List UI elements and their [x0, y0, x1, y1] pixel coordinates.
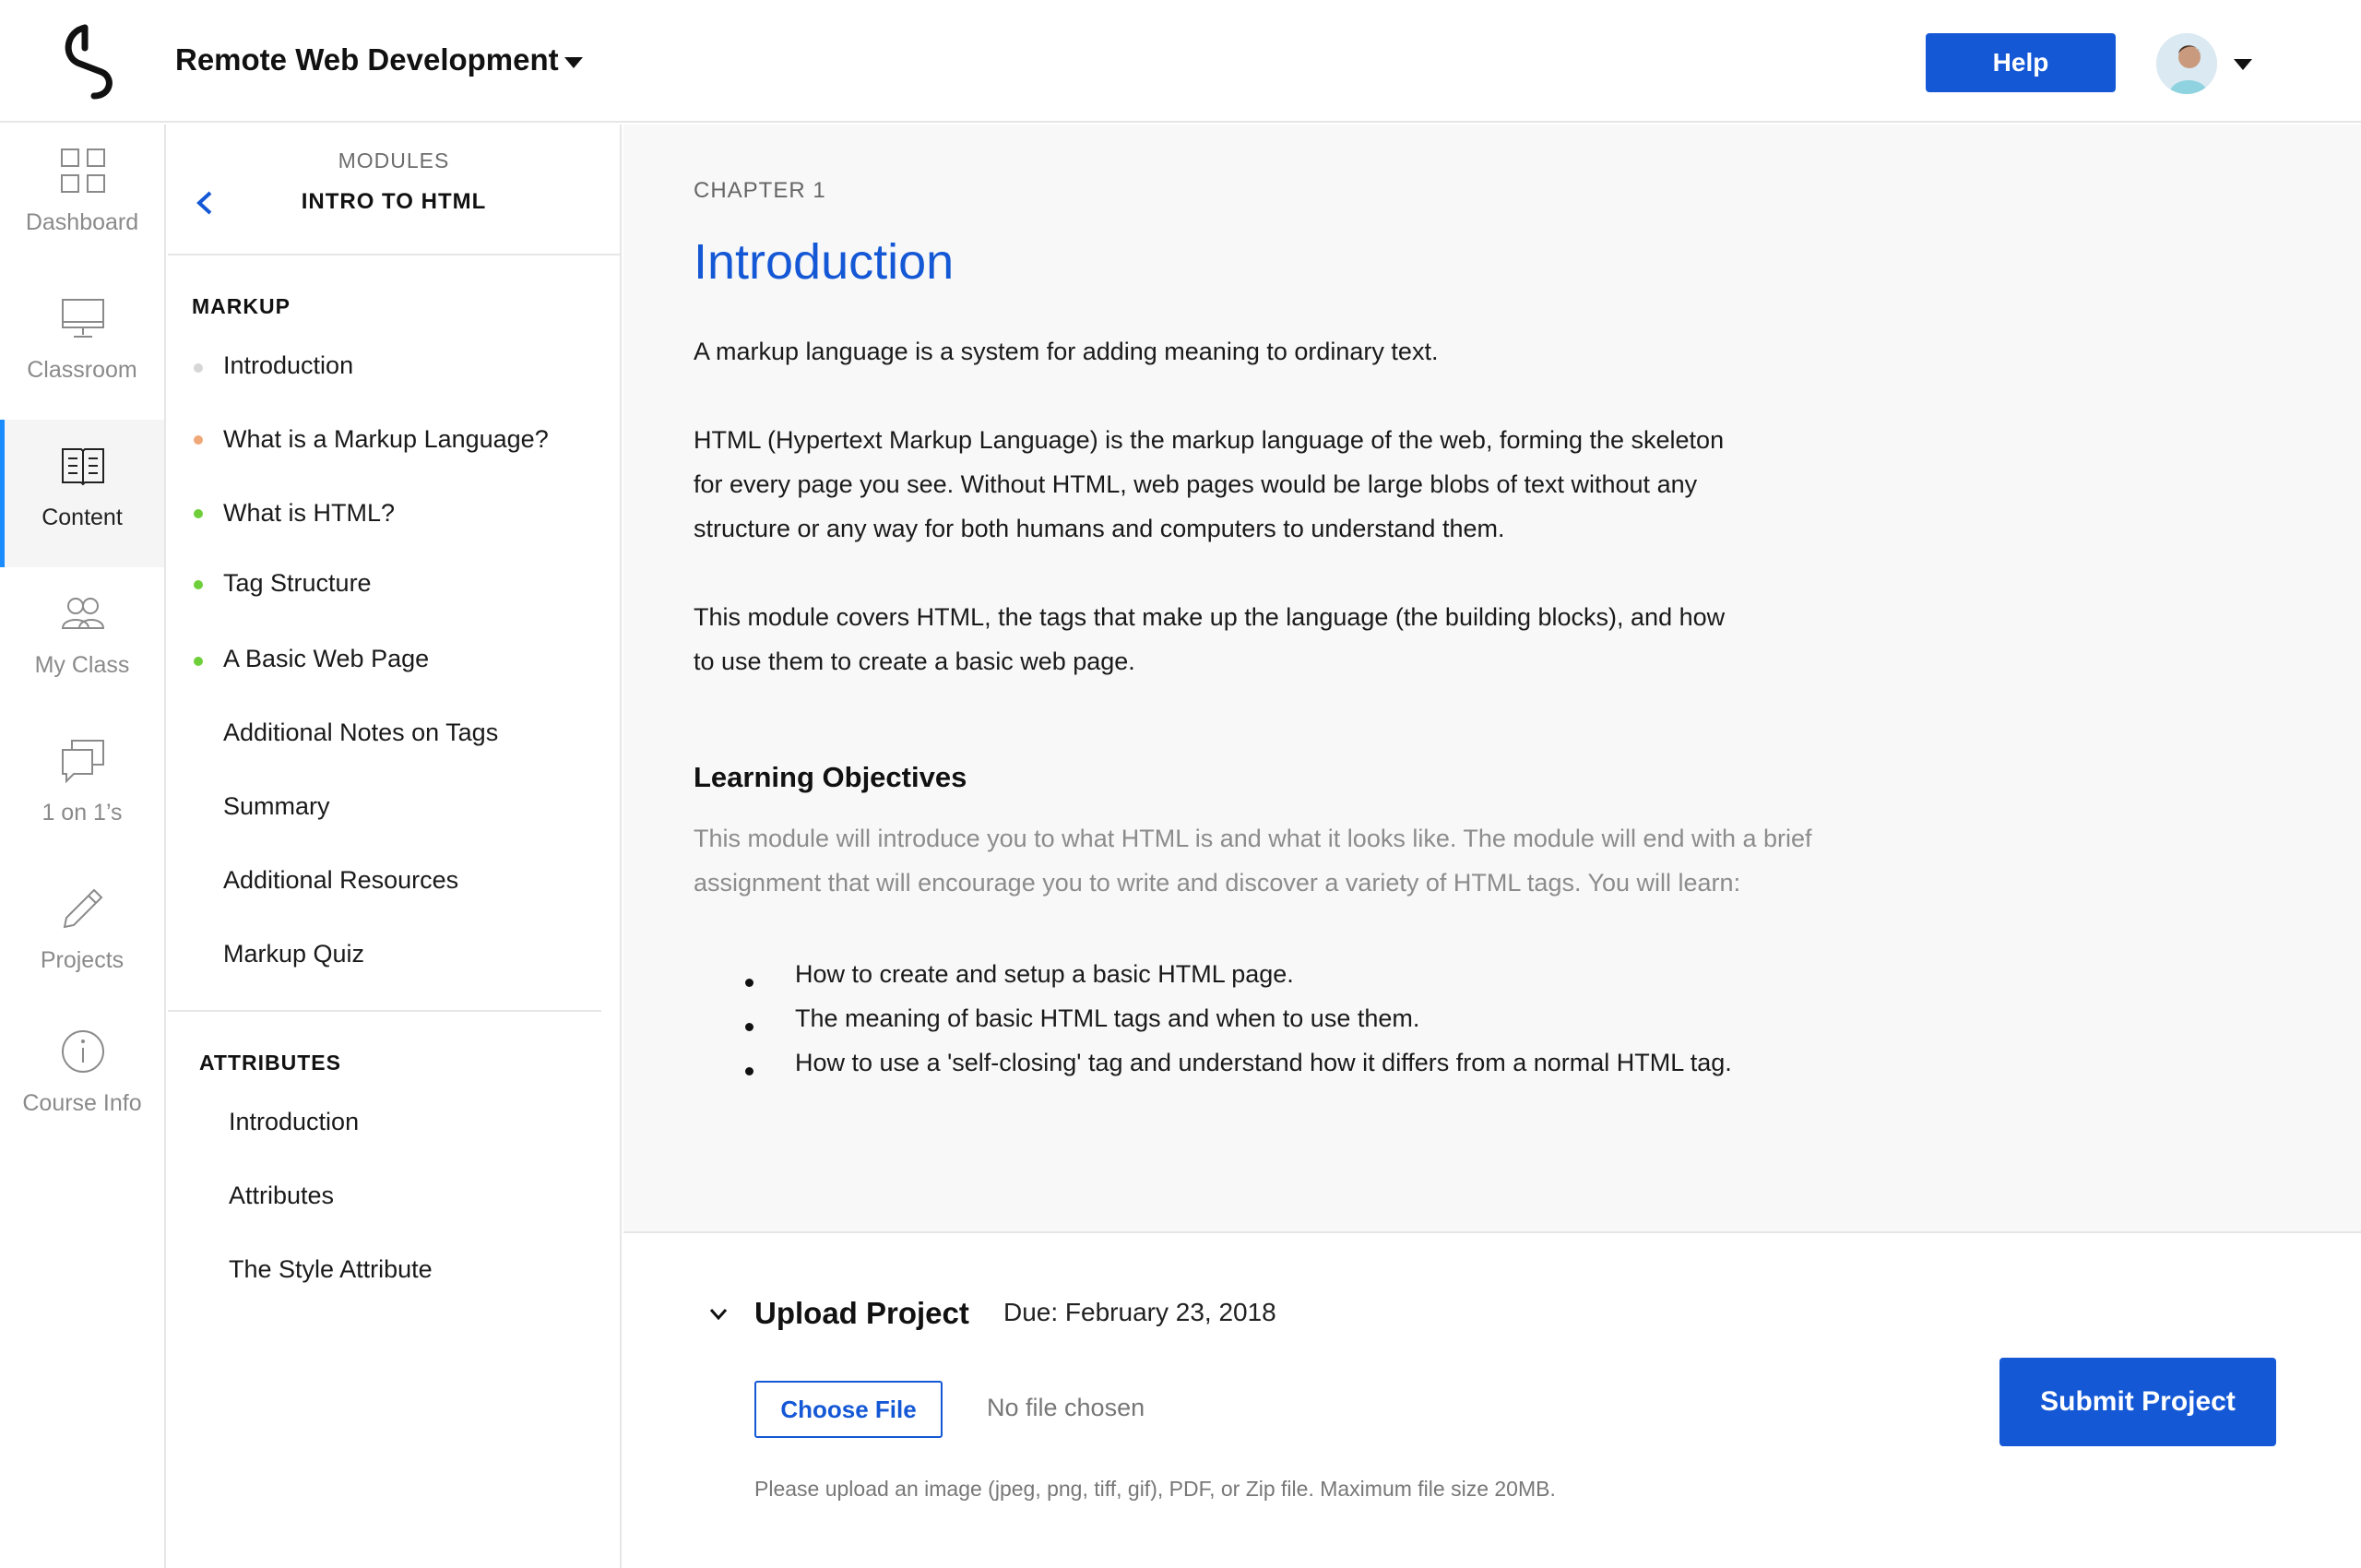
lesson-item[interactable]: Markup Quiz [223, 940, 364, 968]
bullet-icon [745, 1023, 753, 1031]
book-icon [62, 448, 104, 486]
nav-label: My Class [34, 652, 130, 678]
status-dot [194, 580, 203, 589]
lesson-item[interactable]: Introduction [223, 351, 353, 380]
section-divider [168, 1010, 601, 1012]
objectives-intro: This module will introduce you to what H… [694, 825, 1812, 897]
paragraph: This module covers HTML, the tags that m… [694, 603, 1726, 675]
people-icon [61, 598, 105, 629]
monitor-icon [62, 299, 104, 338]
page-title: Introduction [694, 234, 955, 290]
section-title-markup: MARKUP [192, 294, 291, 318]
chevron-down-icon[interactable] [708, 1307, 729, 1322]
objective-item: The meaning of basic HTML tags and when … [795, 1004, 1420, 1032]
section-title-attributes: ATTRIBUTES [199, 1051, 341, 1075]
info-icon [62, 1030, 104, 1073]
top-bar: Remote Web Development Help [0, 0, 2361, 123]
content-area: CHAPTER 1 Introduction A markup language… [623, 125, 2361, 1231]
nav-label: Projects [40, 947, 125, 973]
account-menu-chevron-icon[interactable] [2234, 59, 2252, 70]
grid-icon [61, 148, 105, 193]
nav-my-class[interactable]: My Class [0, 567, 164, 715]
avatar[interactable] [2156, 33, 2217, 94]
objectives-heading: Learning Objectives [694, 761, 967, 793]
lesson-item[interactable]: Attributes [229, 1182, 334, 1210]
nav-label: Dashboard [25, 209, 139, 235]
chat-icon [62, 740, 104, 784]
course-title[interactable]: Remote Web Development [175, 42, 559, 77]
nav-dashboard[interactable]: Dashboard [0, 125, 164, 272]
lesson-item[interactable]: What is HTML? [223, 499, 395, 528]
chapter-label: CHAPTER 1 [694, 178, 826, 203]
objective-item: How to use a 'self-closing' tag and unde… [795, 1049, 1732, 1076]
bullet-icon [745, 1067, 753, 1075]
left-nav-rail: Dashboard Classroom Content My Class 1 o… [0, 125, 166, 1568]
choose-file-button[interactable]: Choose File [754, 1381, 943, 1438]
status-dot [194, 363, 203, 373]
paragraph: HTML (Hypertext Markup Language) is the … [694, 426, 1725, 542]
status-dot [194, 509, 203, 518]
bullet-icon [745, 979, 753, 987]
nav-classroom[interactable]: Classroom [0, 272, 164, 420]
nav-content[interactable]: Content [0, 420, 164, 567]
lesson-item[interactable]: Tag Structure [223, 569, 372, 598]
brand-logo-icon[interactable] [57, 22, 125, 100]
help-button[interactable]: Help [1926, 33, 2116, 92]
lesson-item[interactable]: The Style Attribute [229, 1255, 433, 1284]
user-avatar-icon [2156, 33, 2217, 94]
objective-item: How to create and setup a basic HTML pag… [795, 960, 1294, 988]
nav-label: Content [42, 505, 123, 530]
pencil-icon [63, 888, 103, 929]
nav-label: 1 on 1’s [42, 800, 123, 826]
due-date: Due: February 23, 2018 [1003, 1298, 1276, 1326]
modules-panel: MODULES INTRO TO HTML MARKUP Introductio… [168, 125, 622, 1568]
lesson-item[interactable]: A Basic Web Page [223, 645, 429, 673]
course-dropdown-chevron-icon[interactable] [564, 57, 583, 68]
nav-projects[interactable]: Projects [0, 862, 164, 1010]
modules-header: MODULES INTRO TO HTML [168, 125, 620, 255]
lesson-item[interactable]: Introduction [229, 1108, 359, 1136]
nav-one-on-ones[interactable]: 1 on 1’s [0, 715, 164, 862]
modules-label: MODULES [338, 148, 450, 172]
nav-course-info[interactable]: Course Info [0, 1005, 164, 1153]
lesson-item[interactable]: Additional Notes on Tags [223, 719, 498, 747]
lesson-item[interactable]: Additional Resources [223, 866, 458, 895]
status-dot [194, 435, 203, 445]
upload-project-panel: Upload Project Due: February 23, 2018 Ch… [623, 1231, 2361, 1568]
module-name: INTRO TO HTML [301, 189, 487, 214]
lesson-item[interactable]: What is a Markup Language? [223, 425, 549, 454]
lesson-item[interactable]: Summary [223, 792, 330, 821]
nav-label: Classroom [27, 357, 137, 383]
nav-label: Course Info [22, 1090, 142, 1116]
file-status: No file chosen [987, 1394, 1145, 1421]
status-dot [194, 657, 203, 666]
upload-hint: Please upload an image (jpeg, png, tiff,… [754, 1477, 1556, 1501]
submit-project-button[interactable]: Submit Project [1999, 1358, 2276, 1446]
upload-title[interactable]: Upload Project [754, 1296, 969, 1331]
paragraph: A markup language is a system for adding… [694, 338, 1439, 365]
